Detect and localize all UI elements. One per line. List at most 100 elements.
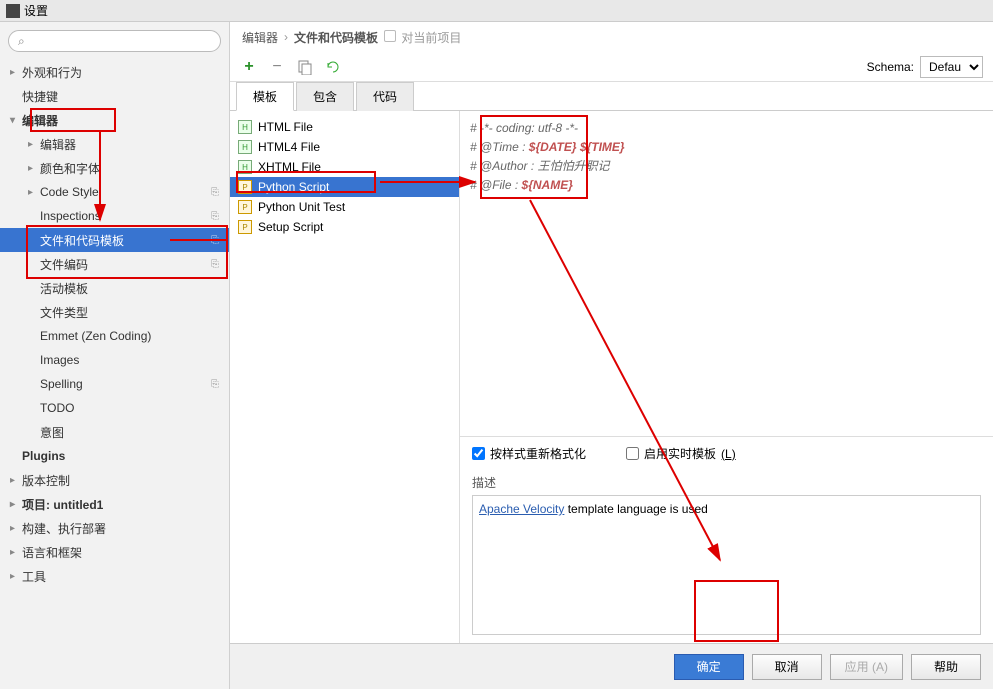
sidebar-item[interactable]: 文件编码⎘ [0,252,229,276]
tab[interactable]: 代码 [356,82,414,111]
template-file-item[interactable]: HHTML4 File [230,137,459,157]
cancel-button[interactable]: 取消 [752,654,822,680]
apply-button[interactable]: 应用 (A) [830,654,903,680]
live-check[interactable] [626,447,639,460]
project-icon [384,30,396,42]
sidebar-item-label: 意图 [40,424,64,441]
sidebar-item[interactable]: Plugins [0,444,229,468]
add-button[interactable]: + [240,58,258,76]
sidebar-item-label: TODO [40,401,74,415]
sidebar-item-label: 文件类型 [40,304,88,321]
template-file-item[interactable]: H XHTML File [230,157,459,177]
python-file-icon: P [238,220,252,234]
sidebar-item[interactable]: Spelling ⎘ [0,372,229,396]
tab[interactable]: 包含 [296,82,354,111]
ok-button[interactable]: 确定 [674,654,744,680]
template-code[interactable]: # -*- coding: utf-8 -*- # @Time : ${DATE… [460,111,993,436]
expand-arrow-icon: ▸ [10,475,22,486]
expand-arrow-icon: ▸ [10,67,22,78]
breadcrumb-sep: › [284,30,288,44]
sidebar-item-label: Images [40,353,79,367]
file-label: HTML File [258,120,313,134]
search-icon: ⌕ [18,34,25,49]
template-file-item[interactable]: PPython Script [230,177,459,197]
description-label: 描述 [460,470,993,495]
remove-button[interactable]: − [268,58,286,76]
template-file-item[interactable]: PPython Unit Test [230,197,459,217]
titlebar: 设置 [0,0,993,22]
sidebar-item[interactable]: TODO [0,396,229,420]
reformat-checkbox[interactable]: 按样式重新格式化 [472,445,586,462]
expand-arrow-icon: ▸ [10,523,22,534]
sidebar-item-label: 快捷键 [22,88,58,105]
breadcrumb-part[interactable]: 编辑器 [242,29,278,46]
description-box[interactable]: Apache Velocity template language is use… [472,495,981,635]
scope-badge-icon: ⎘ [211,379,219,390]
search-row: ⌕ [0,22,229,60]
help-button[interactable]: 帮助 [911,654,981,680]
sidebar-item-label: 工具 [22,568,46,585]
sidebar-item[interactable]: ▸颜色和字体 [0,156,229,180]
breadcrumb-part: 文件和代码模板 [294,29,378,46]
sidebar-item-label: Inspections [40,209,101,223]
sidebar-item[interactable]: 文件和代码模板⎘ [0,228,229,252]
split-pane: HHTML FileHHTML4 FileHXHTML FilePPython … [230,111,993,643]
template-tabs: 模板包含代码 [230,81,993,111]
sidebar-item-label: Code Style [40,185,99,199]
expand-arrow-icon: ▸ [10,499,22,510]
schema-row: Schema: Defau [867,56,983,78]
editor-pane: # -*- coding: utf-8 -*- # @Time : ${DATE… [460,111,993,643]
sidebar-item-label: 语言和框架 [22,544,82,561]
sidebar-item-label: 活动模板 [40,280,88,297]
scope-badge-icon: ⎘ [211,211,219,222]
search-input[interactable] [8,30,221,52]
copy-button[interactable] [296,58,314,76]
sidebar-item[interactable]: ▸版本控制 [0,468,229,492]
sidebar-item[interactable]: ▸Code Style⎘ [0,180,229,204]
template-file-list[interactable]: HHTML FileHHTML4 FileHXHTML FilePPython … [230,111,460,643]
sidebar-item[interactable]: 意图 [0,420,229,444]
scope-badge-icon: ⎘ [211,259,219,270]
sidebar-item[interactable]: Emmet (Zen Coding) [0,324,229,348]
sidebar-item[interactable]: Inspections ⎘ [0,204,229,228]
sidebar-item[interactable]: 快捷键 [0,84,229,108]
expand-arrow-icon: ▾ [10,115,22,126]
sidebar-item[interactable]: ▸构建、执行部署 [0,516,229,540]
breadcrumb: 编辑器 › 文件和代码模板 对当前项目 [230,22,993,52]
sidebar-item[interactable]: ▸外观和行为 [0,60,229,84]
template-file-item[interactable]: PSetup Script [230,217,459,237]
schema-select[interactable]: Defau [920,56,983,78]
sidebar-item[interactable]: 活动模板 [0,276,229,300]
sidebar-item-label: Spelling [40,377,83,391]
revert-button[interactable] [324,58,342,76]
html-file-icon: H [238,160,252,174]
project-scope: 对当前项目 [384,29,461,46]
expand-arrow-icon: ▸ [10,547,22,558]
window-title: 设置 [24,2,48,19]
html-file-icon: H [238,140,252,154]
sidebar-item-label: Plugins [22,449,65,463]
file-label: XHTML File [258,160,321,174]
template-file-item[interactable]: HHTML File [230,117,459,137]
description-text: template language is used [564,502,707,516]
sidebar-item[interactable]: ▸项目: untitled1 [0,492,229,516]
tab[interactable]: 模板 [236,82,294,111]
live-template-checkbox[interactable]: 启用实时模板 (L) [626,445,736,462]
file-label: Python Script [258,180,329,194]
sidebar-item[interactable]: 文件类型 [0,300,229,324]
velocity-link[interactable]: Apache Velocity [479,502,564,516]
sidebar-item[interactable]: ▸编辑器 [0,132,229,156]
settings-tree[interactable]: ▸外观和行为快捷键▾编辑器▸编辑器▸颜色和字体▸Code Style⎘Inspe… [0,60,229,689]
reformat-check[interactable] [472,447,485,460]
sidebar-item[interactable]: ▸语言和框架 [0,540,229,564]
template-toolbar: + − Schema: Defau [230,52,993,82]
sidebar-item[interactable]: ▾编辑器 [0,108,229,132]
dialog-footer: 确定 取消 应用 (A) 帮助 [230,643,993,689]
content-pane: 编辑器 › 文件和代码模板 对当前项目 + − Schema: Defau [230,22,993,689]
sidebar-item[interactable]: ▸工具 [0,564,229,588]
sidebar-item[interactable]: Images [0,348,229,372]
settings-sidebar: ⌕ ▸外观和行为快捷键▾编辑器▸编辑器▸颜色和字体▸Code Style⎘Ins… [0,22,230,689]
python-file-icon: P [238,200,252,214]
sidebar-item-label: 外观和行为 [22,64,82,81]
scope-badge-icon: ⎘ [211,187,219,198]
